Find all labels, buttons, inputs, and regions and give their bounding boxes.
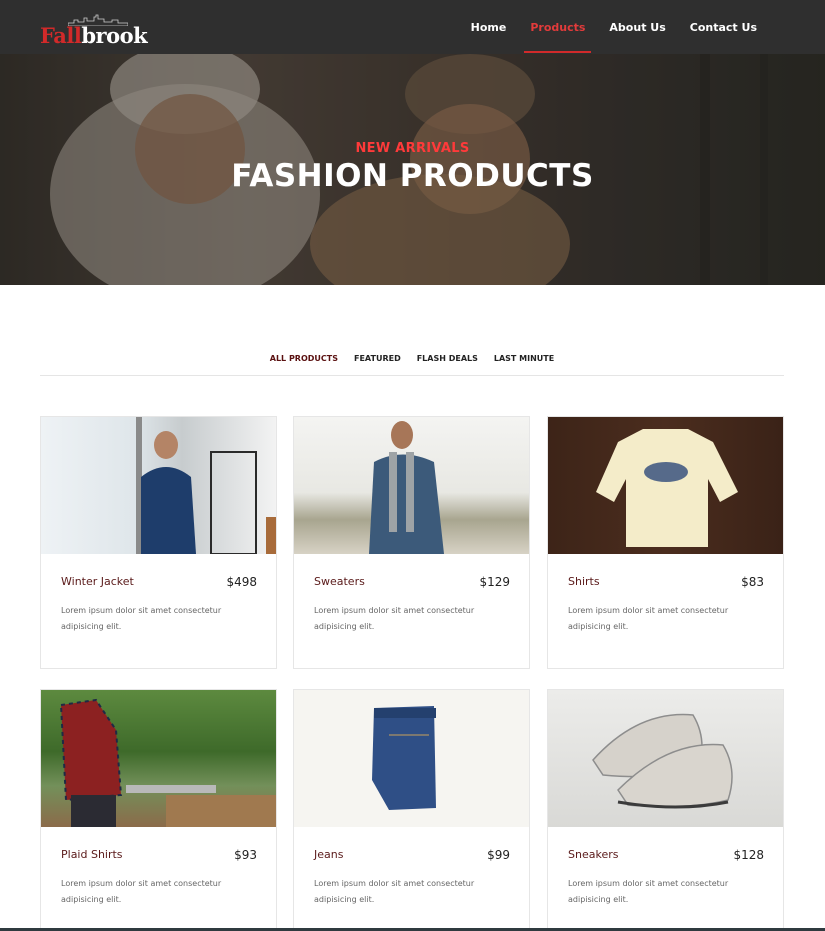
logo-text-red: Fall (40, 23, 82, 48)
brand-logo[interactable]: Fallbrook (40, 14, 148, 48)
product-card[interactable]: Jeans $99 Lorem ipsum dolor sit amet con… (293, 689, 530, 931)
product-image-sweaters[interactable] (294, 417, 529, 554)
product-image-winter-jacket[interactable] (41, 417, 276, 554)
product-name: Sweaters (314, 575, 365, 588)
filter-flash-deals[interactable]: FLASH DEALS (417, 352, 478, 375)
hero-banner: NEW ARRIVALS FASHION PRODUCTS (0, 54, 825, 285)
nav-home[interactable]: Home (459, 0, 519, 54)
product-name: Jeans (314, 848, 344, 861)
product-description: Lorem ipsum dolor sit amet consectetur a… (314, 606, 475, 631)
product-card[interactable]: Sneakers $128 Lorem ipsum dolor sit amet… (547, 689, 784, 931)
product-name: Winter Jacket (61, 575, 134, 588)
product-price: $93 (234, 848, 257, 862)
site-header: Fallbrook Home Products About Us Contact… (0, 0, 825, 54)
product-description: Lorem ipsum dolor sit amet consectetur a… (61, 879, 222, 904)
product-name: Sneakers (568, 848, 619, 861)
filter-featured[interactable]: FEATURED (354, 352, 401, 375)
product-image-plaid-shirts[interactable] (41, 690, 276, 827)
product-card[interactable]: Plaid Shirts $93 Lorem ipsum dolor sit a… (40, 689, 277, 931)
nav-about-us[interactable]: About Us (597, 0, 677, 54)
filter-all-products[interactable]: ALL PRODUCTS (270, 352, 338, 375)
product-name: Plaid Shirts (61, 848, 123, 861)
product-price: $128 (733, 848, 764, 862)
main-nav: Home Products About Us Contact Us (459, 0, 769, 54)
product-description: Lorem ipsum dolor sit amet consectetur a… (314, 879, 475, 904)
product-card[interactable]: Sweaters $129 Lorem ipsum dolor sit amet… (293, 416, 530, 669)
product-price: $129 (479, 575, 510, 589)
product-card[interactable]: Shirts $83 Lorem ipsum dolor sit amet co… (547, 416, 784, 669)
filter-last-minute[interactable]: LAST MINUTE (494, 352, 554, 375)
hero-title: FASHION PRODUCTS (231, 158, 594, 194)
logo-text-white: brook (81, 23, 148, 48)
hero-subtitle: NEW ARRIVALS (355, 141, 470, 156)
product-price: $498 (226, 575, 257, 589)
skyline-icon (68, 14, 128, 26)
nav-contact-us[interactable]: Contact Us (678, 0, 769, 54)
product-card[interactable]: Winter Jacket $498 Lorem ipsum dolor sit… (40, 416, 277, 669)
product-price: $83 (741, 575, 764, 589)
product-image-jeans[interactable] (294, 690, 529, 827)
product-description: Lorem ipsum dolor sit amet consectetur a… (568, 879, 729, 904)
product-image-sneakers[interactable] (548, 690, 783, 827)
product-image-shirts[interactable] (548, 417, 783, 554)
product-filter-tabs: ALL PRODUCTS FEATURED FLASH DEALS LAST M… (40, 352, 784, 376)
product-description: Lorem ipsum dolor sit amet consectetur a… (568, 606, 729, 631)
nav-products[interactable]: Products (518, 0, 597, 54)
product-price: $99 (487, 848, 510, 862)
product-name: Shirts (568, 575, 600, 588)
product-description: Lorem ipsum dolor sit amet consectetur a… (61, 606, 222, 631)
